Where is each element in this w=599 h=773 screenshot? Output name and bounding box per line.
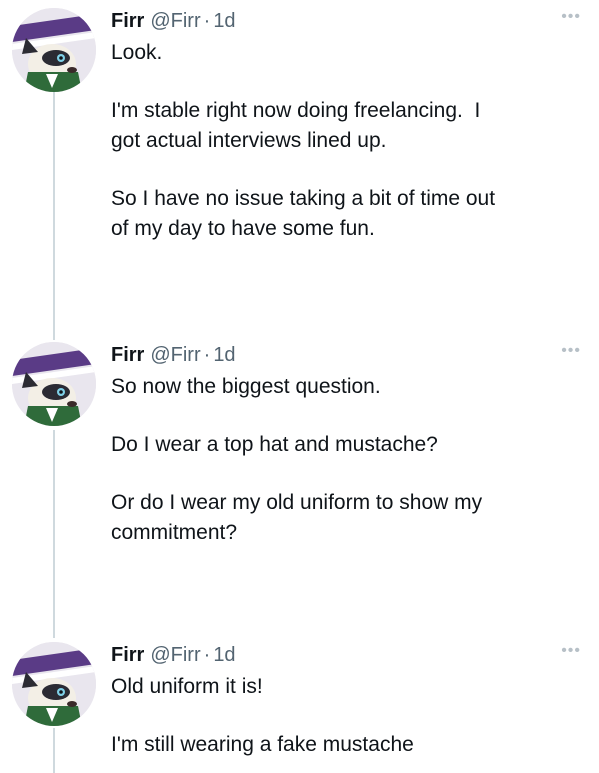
avatar-image [12, 342, 96, 426]
more-horizontal-icon[interactable]: ••• [551, 343, 581, 359]
tweet-text: Do I wear a top hat and mustache? [111, 433, 438, 456]
avatar-image [12, 642, 96, 726]
tweet-header: Firr @Firr · 1d [111, 642, 581, 668]
tweet[interactable]: Firr @Firr · 1d ••• Old uniform it is! I… [0, 642, 599, 773]
avatar[interactable] [12, 342, 96, 426]
tweet-header: Firr @Firr · 1d [111, 8, 581, 34]
tweet-body: Firr @Firr · 1d ••• Old uniform it is! I… [111, 642, 581, 760]
tweet-text: Old uniform it is! [111, 675, 263, 698]
display-name[interactable]: Firr [111, 642, 144, 668]
separator-dot: · [203, 10, 211, 32]
tweet[interactable]: Firr @Firr · 1d ••• Look. I'm stable rig… [0, 8, 599, 288]
tweet-text: So now the biggest question. [111, 375, 381, 398]
separator-dot: · [203, 644, 211, 666]
tweet-body: Firr @Firr · 1d ••• Look. I'm stable rig… [111, 8, 581, 244]
tweet-text: So I have no issue taking a bit of time … [111, 187, 496, 240]
timestamp[interactable]: 1d [213, 8, 235, 34]
tweet-text: Look. [111, 41, 163, 64]
timestamp[interactable]: 1d [213, 342, 235, 368]
user-handle[interactable]: @Firr [150, 8, 200, 34]
more-horizontal-icon[interactable]: ••• [551, 643, 581, 659]
separator-dot: · [203, 344, 211, 366]
user-handle[interactable]: @Firr [150, 642, 200, 668]
user-handle[interactable]: @Firr [150, 342, 200, 368]
tweet-text: I'm stable right now doing freelancing. … [111, 99, 481, 152]
tweet-text: I'm still wearing a fake mustache [111, 733, 414, 756]
display-name[interactable]: Firr [111, 342, 144, 368]
tweet-body: Firr @Firr · 1d ••• So now the biggest q… [111, 342, 581, 548]
avatar[interactable] [12, 642, 96, 726]
tweet-header: Firr @Firr · 1d [111, 342, 581, 368]
tweet-thread: Firr @Firr · 1d ••• Look. I'm stable rig… [0, 0, 599, 773]
timestamp[interactable]: 1d [213, 642, 235, 668]
more-horizontal-icon[interactable]: ••• [551, 9, 581, 25]
tweet[interactable]: Firr @Firr · 1d ••• So now the biggest q… [0, 342, 599, 582]
avatar-image [12, 8, 96, 92]
avatar[interactable] [12, 8, 96, 92]
tweet-text: Or do I wear my old uniform to show my c… [111, 491, 483, 544]
display-name[interactable]: Firr [111, 8, 144, 34]
